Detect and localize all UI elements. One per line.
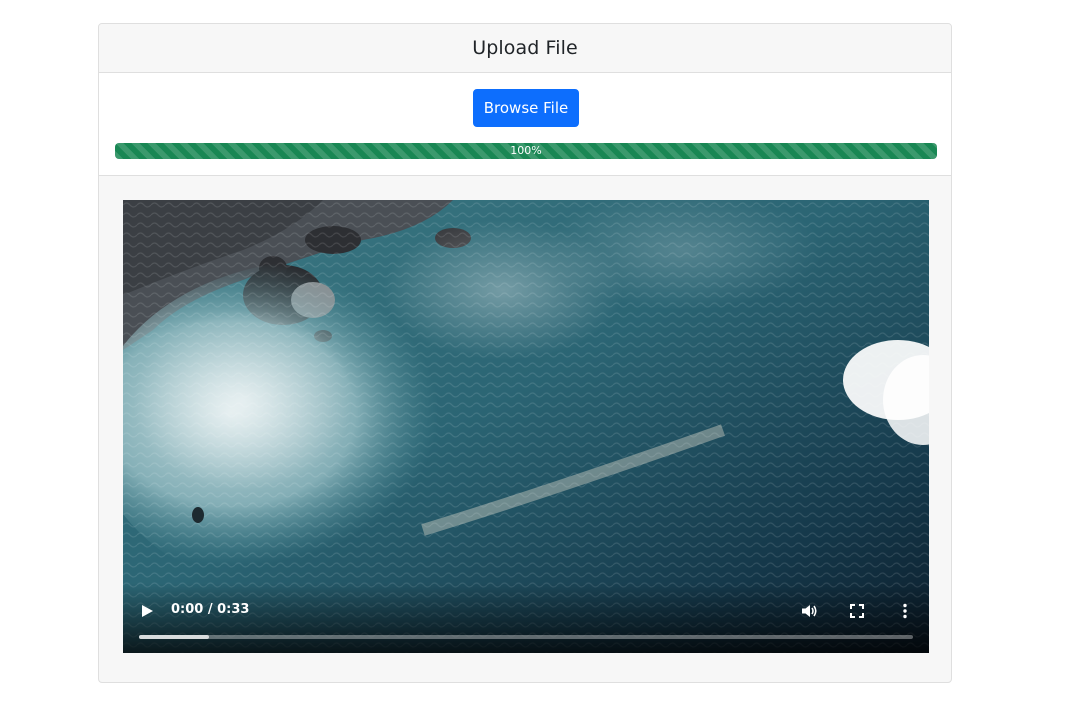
card-title: Upload File (472, 37, 578, 59)
volume-icon[interactable] (799, 601, 819, 621)
card-header: Upload File (99, 24, 951, 73)
video-time-display: 0:00 / 0:33 (171, 602, 250, 617)
upload-section: Browse File 100% (99, 73, 951, 176)
upload-progress: 100% (115, 143, 937, 159)
upload-progress-bar: 100% (115, 143, 937, 159)
video-controls: 0:00 / 0:33 (123, 583, 929, 653)
browse-file-button[interactable]: Browse File (473, 89, 579, 127)
fullscreen-icon[interactable] (847, 601, 867, 621)
upload-card: Upload File Browse File 100% 0:00 / 0:33 (98, 23, 952, 683)
video-player[interactable]: 0:00 / 0:33 (123, 200, 929, 653)
upload-progress-label: 100% (510, 144, 542, 157)
video-timeline[interactable] (139, 635, 913, 639)
video-buffered-bar (139, 635, 209, 639)
more-options-icon[interactable] (895, 601, 915, 621)
play-icon[interactable] (137, 601, 157, 621)
